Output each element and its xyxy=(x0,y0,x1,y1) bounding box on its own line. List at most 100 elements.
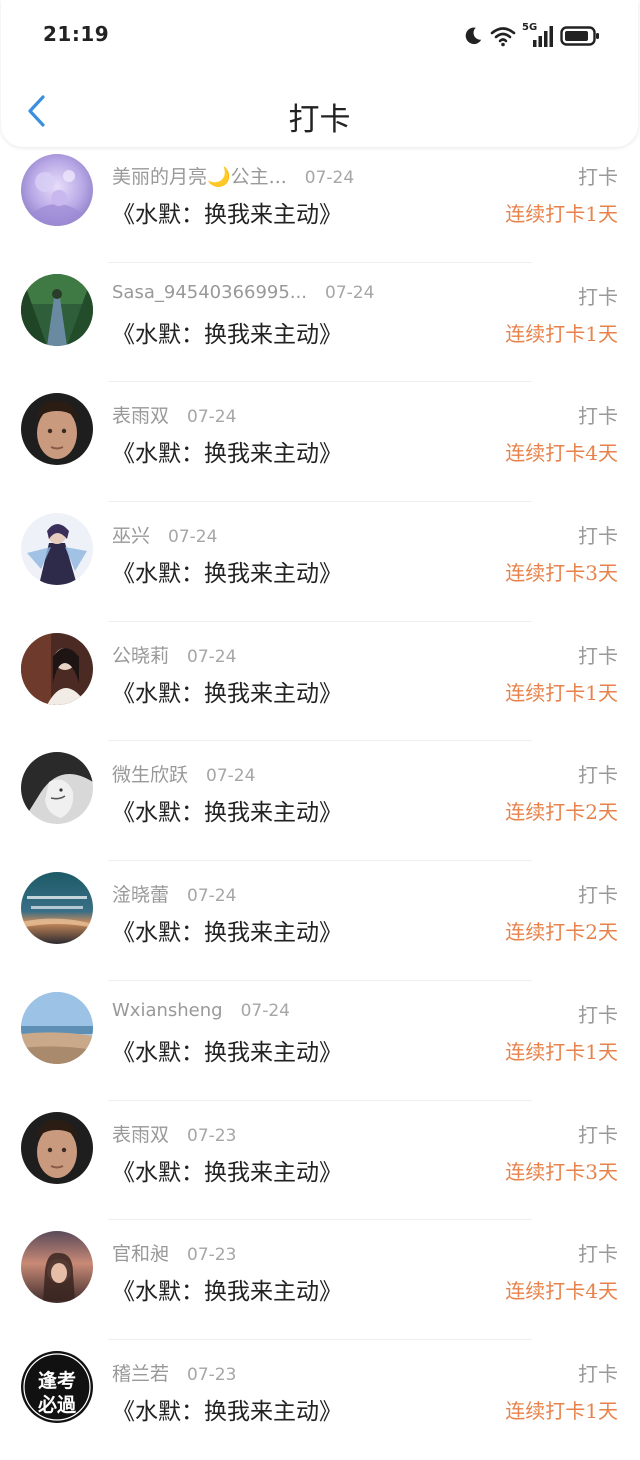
streak-label: 连续打卡1天 xyxy=(505,1039,618,1064)
status-icons: 5G xyxy=(462,22,600,50)
user-name[interactable]: 表雨双 xyxy=(112,401,169,428)
streak-label: 连续打卡4天 xyxy=(505,441,618,466)
book-title[interactable]: 《水默：换我来主动》 xyxy=(112,793,342,827)
book-title[interactable]: 《水默：换我来主动》 xyxy=(112,1272,342,1306)
book-title[interactable]: 《水默：换我来主动》 xyxy=(112,1153,342,1187)
network-label: 5G xyxy=(522,22,538,33)
avatar[interactable] xyxy=(21,752,93,825)
checkin-date: 07-24 xyxy=(187,886,237,907)
user-name[interactable]: 公晓莉 xyxy=(112,641,169,668)
book-title[interactable]: 《水默：换我来主动》 xyxy=(112,1392,342,1426)
checkin-date: 07-23 xyxy=(187,1364,237,1385)
moon-icon xyxy=(462,25,484,47)
checkin-tag: 打卡 xyxy=(578,643,618,668)
avatar[interactable] xyxy=(21,513,93,586)
list-item[interactable]: 巫兴 07-24 《水默：换我来主动》 打卡 连续打卡3天 xyxy=(0,502,640,622)
checkin-tag: 打卡 xyxy=(578,284,618,309)
list-item[interactable]: Sasa_94540366995... 07-24 《水默：换我来主动》 打卡 … xyxy=(0,263,640,383)
checkin-date: 07-24 xyxy=(168,527,218,548)
checkin-date: 07-24 xyxy=(325,282,375,303)
list-item[interactable]: 逢考 必過 稽兰若 07-23 《水默：换我来主动》 打卡 连续打卡1天 xyxy=(0,1340,640,1460)
meta: 表雨双 07-23 xyxy=(112,1120,236,1147)
checkin-date: 07-24 xyxy=(187,407,237,428)
checkin-date: 07-24 xyxy=(206,766,256,787)
list-item[interactable]: 美丽的月亮🌙公主... 07-24 《水默：换我来主动》 打卡 连续打卡1天 xyxy=(0,143,640,263)
user-name[interactable]: 微生欣跃 xyxy=(112,760,188,787)
checkin-date: 07-24 xyxy=(240,1000,290,1021)
status-time: 21:19 xyxy=(43,22,110,46)
meta: 微生欣跃 07-24 xyxy=(112,760,255,787)
avatar[interactable] xyxy=(21,273,93,346)
checkin-tag: 打卡 xyxy=(578,1361,618,1386)
streak-label: 连续打卡1天 xyxy=(505,680,618,705)
user-name[interactable]: 巫兴 xyxy=(112,521,150,548)
wifi-icon xyxy=(490,25,516,47)
checkin-tag: 打卡 xyxy=(578,1242,618,1267)
header: 21:19 5G 打卡 xyxy=(1,0,638,147)
checkin-date: 07-24 xyxy=(187,646,237,667)
avatar-text-line1: 逢考 xyxy=(38,1369,76,1392)
avatar[interactable] xyxy=(21,1111,93,1184)
avatar[interactable] xyxy=(21,1231,93,1304)
avatar[interactable] xyxy=(21,632,93,705)
checkin-tag: 打卡 xyxy=(578,404,618,429)
user-name[interactable]: Sasa_94540366995... xyxy=(112,282,307,303)
list-item[interactable]: Wxiansheng 07-24 《水默：换我来主动》 打卡 连续打卡1天 xyxy=(0,981,640,1101)
list-item[interactable]: 表雨双 07-24 《水默：换我来主动》 打卡 连续打卡4天 xyxy=(0,382,640,502)
meta: Sasa_94540366995... 07-24 xyxy=(112,282,374,303)
checkin-tag: 打卡 xyxy=(578,883,618,908)
user-name[interactable]: Wxiansheng xyxy=(112,1000,223,1021)
user-name[interactable]: 淦晓蕾 xyxy=(112,880,169,907)
streak-label: 连续打卡2天 xyxy=(505,800,618,825)
checkin-tag: 打卡 xyxy=(578,763,618,788)
book-title[interactable]: 《水默：换我来主动》 xyxy=(112,554,342,588)
meta: 表雨双 07-24 xyxy=(112,401,236,428)
checkin-date: 07-23 xyxy=(187,1245,237,1266)
streak-label: 连续打卡1天 xyxy=(505,321,618,346)
streak-label: 连续打卡1天 xyxy=(505,202,618,226)
checkin-tag: 打卡 xyxy=(578,1002,618,1027)
avatar[interactable] xyxy=(21,872,93,945)
book-title[interactable]: 《水默：换我来主动》 xyxy=(112,315,342,349)
avatar[interactable]: 逢考 必過 xyxy=(21,1350,93,1423)
book-title[interactable]: 《水默：换我来主动》 xyxy=(112,434,342,468)
user-name[interactable]: 官和昶 xyxy=(112,1239,169,1266)
avatar-text-line2: 必過 xyxy=(37,1393,77,1416)
meta: 美丽的月亮🌙公主... 07-24 xyxy=(112,162,354,189)
list-item[interactable]: 公晓莉 07-24 《水默：换我来主动》 打卡 连续打卡1天 xyxy=(0,622,640,742)
avatar[interactable] xyxy=(21,154,93,226)
checkin-date: 07-24 xyxy=(304,168,355,188)
avatar[interactable] xyxy=(21,393,93,466)
checkin-tag: 打卡 xyxy=(578,524,618,549)
book-title[interactable]: 《水默：换我来主动》 xyxy=(112,913,342,947)
meta: 公晓莉 07-24 xyxy=(112,641,236,668)
meta: Wxiansheng 07-24 xyxy=(112,1000,290,1021)
page-title: 打卡 xyxy=(288,102,351,138)
user-name[interactable]: 表雨双 xyxy=(112,1120,169,1147)
user-name[interactable]: 稽兰若 xyxy=(112,1359,169,1386)
streak-label: 连续打卡1天 xyxy=(505,1398,618,1423)
book-title[interactable]: 《水默：换我来主动》 xyxy=(112,1033,342,1067)
book-title[interactable]: 《水默：换我来主动》 xyxy=(112,195,342,229)
book-title[interactable]: 《水默：换我来主动》 xyxy=(112,674,342,708)
list-item[interactable]: 表雨双 07-23 《水默：换我来主动》 打卡 连续打卡3天 xyxy=(0,1101,640,1221)
streak-label: 连续打卡3天 xyxy=(505,561,618,586)
user-name[interactable]: 美丽的月亮🌙公主... xyxy=(112,162,287,189)
streak-label: 连续打卡4天 xyxy=(505,1279,618,1304)
streak-label: 连续打卡3天 xyxy=(505,1159,618,1184)
meta: 淦晓蕾 07-24 xyxy=(112,880,236,907)
checkin-tag: 打卡 xyxy=(578,1122,618,1147)
checkin-list: 美丽的月亮🌙公主... 07-24 《水默：换我来主动》 打卡 连续打卡1天 S… xyxy=(0,143,640,1460)
checkin-tag: 打卡 xyxy=(578,165,618,189)
meta: 巫兴 07-24 xyxy=(112,521,217,548)
meta: 官和昶 07-23 xyxy=(112,1239,236,1266)
streak-label: 连续打卡2天 xyxy=(505,920,618,945)
signal-5g-icon: 5G xyxy=(522,22,554,48)
list-item[interactable]: 淦晓蕾 07-24 《水默：换我来主动》 打卡 连续打卡2天 xyxy=(0,861,640,981)
battery-icon xyxy=(560,25,600,47)
list-item[interactable]: 官和昶 07-23 《水默：换我来主动》 打卡 连续打卡4天 xyxy=(0,1220,640,1340)
meta: 稽兰若 07-23 xyxy=(112,1359,236,1386)
avatar[interactable] xyxy=(21,991,93,1064)
checkin-date: 07-23 xyxy=(187,1125,237,1146)
list-item[interactable]: 微生欣跃 07-24 《水默：换我来主动》 打卡 连续打卡2天 xyxy=(0,741,640,861)
